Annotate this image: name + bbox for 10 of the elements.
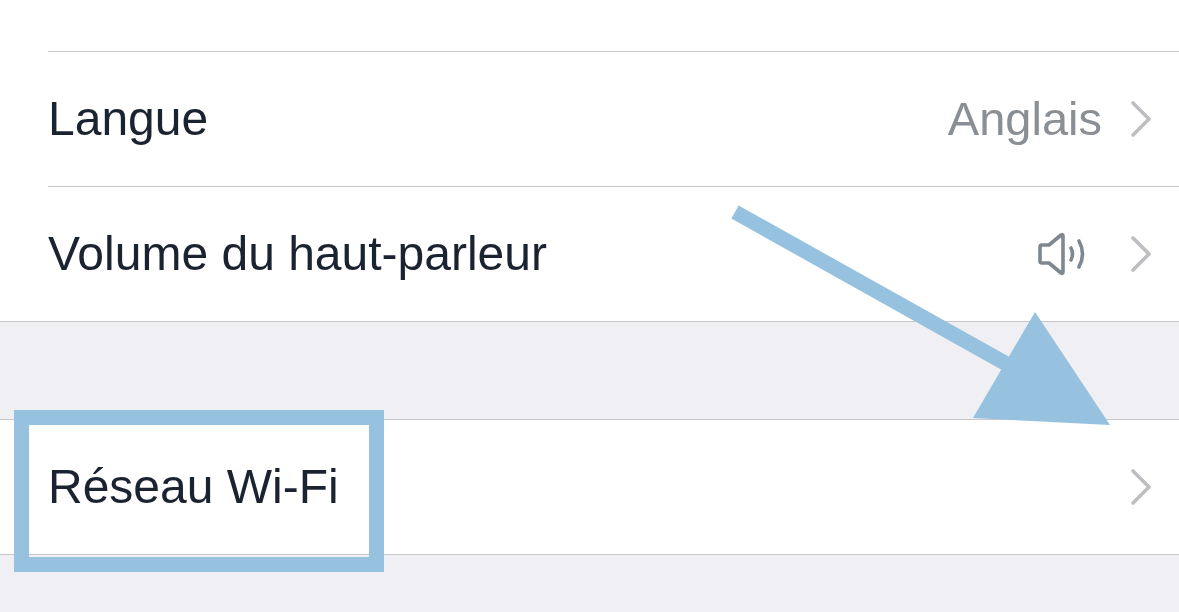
setting-label: Réseau Wi-Fi bbox=[48, 459, 339, 515]
setting-value: Anglais bbox=[947, 91, 1102, 147]
settings-row[interactable]: Langue Anglais bbox=[0, 52, 1179, 187]
chevron-icon bbox=[1130, 468, 1152, 506]
settings-row[interactable]: Volume du haut-parleur bbox=[0, 187, 1179, 321]
settings-row[interactable] bbox=[0, 0, 1179, 52]
setting-label: Langue bbox=[48, 91, 209, 147]
chevron-icon bbox=[1130, 100, 1152, 138]
chevron-icon bbox=[1130, 235, 1152, 273]
setting-label: Volume du haut-parleur bbox=[48, 226, 547, 282]
